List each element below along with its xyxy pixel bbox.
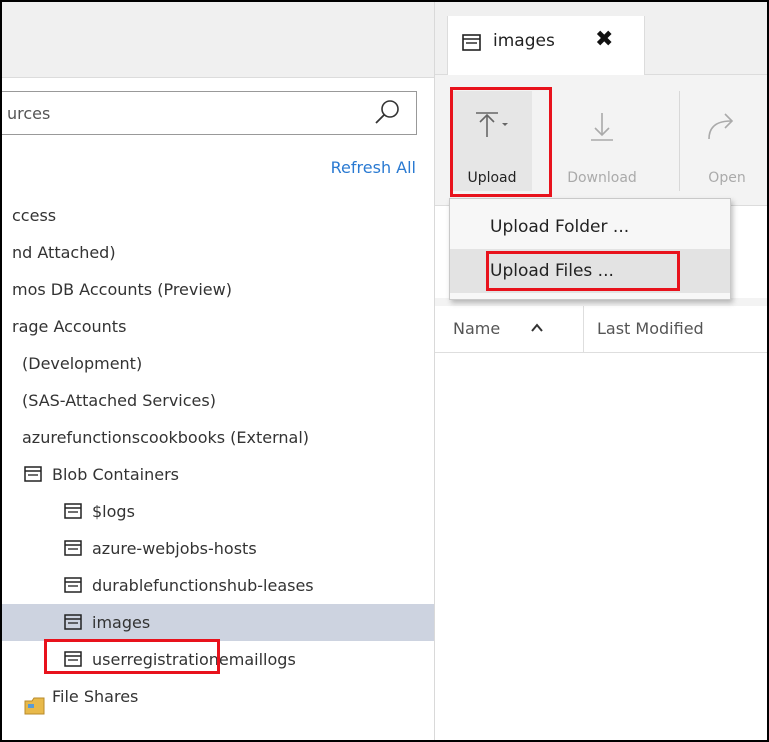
tree-item-label: $logs — [92, 502, 135, 521]
column-name[interactable]: Name — [435, 306, 584, 352]
tree-item[interactable]: (Development) — [2, 345, 434, 382]
open-label: Open — [708, 170, 746, 186]
refresh-all-link[interactable]: Refresh All — [331, 158, 416, 177]
search-icon[interactable] — [372, 97, 402, 127]
tab-bar: images ✖ — [435, 2, 767, 75]
tree-item[interactable]: rage Accounts — [2, 308, 434, 345]
toolbar: Upload Download Open — [435, 75, 767, 206]
tree-item[interactable]: mos DB Accounts (Preview) — [2, 271, 434, 308]
explorer-panel: Refresh All ccess nd Attached) mos DB Acco… — [2, 2, 435, 740]
tab-title: images — [493, 31, 555, 51]
container-icon — [64, 614, 82, 630]
menu-item-label: Upload Files ... — [490, 261, 614, 281]
download-button[interactable]: Download — [552, 91, 652, 191]
download-label: Download — [567, 170, 637, 186]
menu-item-upload-files[interactable]: Upload Files ... — [450, 249, 730, 293]
explorer-header — [2, 2, 434, 78]
menu-item-upload-folder[interactable]: Upload Folder ... — [450, 205, 730, 249]
column-last-modified[interactable]: Last Modified — [597, 306, 704, 352]
tree-item-label: nd Attached) — [12, 243, 116, 262]
tree-item[interactable]: File Shares — [2, 678, 434, 715]
menu-item-label: Upload Folder ... — [490, 217, 630, 237]
tree-item-label: rage Accounts — [12, 317, 127, 336]
tree-item[interactable]: (SAS-Attached Services) — [2, 382, 434, 419]
tree-item[interactable]: Blob Containers — [2, 456, 434, 493]
container-icon — [64, 651, 82, 667]
explorer-tree: ccess nd Attached) mos DB Accounts (Previe… — [2, 197, 434, 715]
tree-item-label: File Shares — [52, 687, 139, 706]
sort-ascending-icon — [531, 323, 543, 332]
tree-item[interactable]: durablefunctionshub-leases — [2, 567, 434, 604]
open-button[interactable]: Open — [687, 91, 767, 191]
tree-item-label: durablefunctionshub-leases — [92, 576, 314, 595]
tree-item-label: azurefunctionscookbooks (External) — [22, 428, 310, 447]
open-arrow-icon — [708, 113, 734, 140]
tree-item[interactable]: ccess — [2, 197, 434, 234]
tree-item[interactable]: nd Attached) — [2, 234, 434, 271]
column-name-label: Name — [453, 319, 501, 338]
tree-item-label: (SAS-Attached Services) — [22, 391, 216, 410]
tree-item-label: Blob Containers — [52, 465, 179, 484]
close-icon[interactable]: ✖ — [595, 27, 613, 52]
tree-item-label: (Development) — [22, 354, 143, 373]
tree-item-label: userregistrationemaillogs — [92, 650, 296, 669]
container-icon — [64, 540, 82, 556]
tree-item-label: images — [92, 613, 151, 632]
container-icon — [462, 34, 481, 51]
container-icon — [64, 577, 82, 593]
tree-item-label: ccess — [12, 206, 57, 225]
upload-menu: Upload Folder ... Upload Files ... — [449, 198, 731, 300]
tree-item[interactable]: userregistrationemaillogs — [2, 641, 434, 678]
app-window: Refresh All ccess nd Attached) mos DB Acco… — [0, 0, 769, 742]
tree-item-label: mos DB Accounts (Preview) — [12, 280, 232, 299]
container-icon — [64, 503, 82, 519]
download-icon — [591, 113, 613, 141]
tree-item[interactable]: azure-webjobs-hosts — [2, 530, 434, 567]
tab-images[interactable]: images ✖ — [447, 16, 645, 75]
tree-item[interactable]: images — [2, 604, 434, 641]
container-view: images ✖ Upload Download Open Name Last … — [435, 2, 767, 740]
tree-item[interactable]: $logs — [2, 493, 434, 530]
search-input[interactable] — [7, 101, 347, 125]
container-icon — [24, 466, 42, 482]
search-box[interactable] — [2, 91, 417, 135]
folder-icon — [24, 697, 45, 715]
tree-item-label: azure-webjobs-hosts — [92, 539, 257, 558]
upload-icon — [476, 112, 508, 137]
tree-item[interactable]: azurefunctionscookbooks (External) — [2, 419, 434, 456]
list-header: Name Last Modified — [435, 306, 767, 353]
upload-label: Upload — [467, 170, 517, 186]
upload-button[interactable]: Upload — [452, 91, 532, 191]
toolbar-divider — [679, 91, 680, 191]
